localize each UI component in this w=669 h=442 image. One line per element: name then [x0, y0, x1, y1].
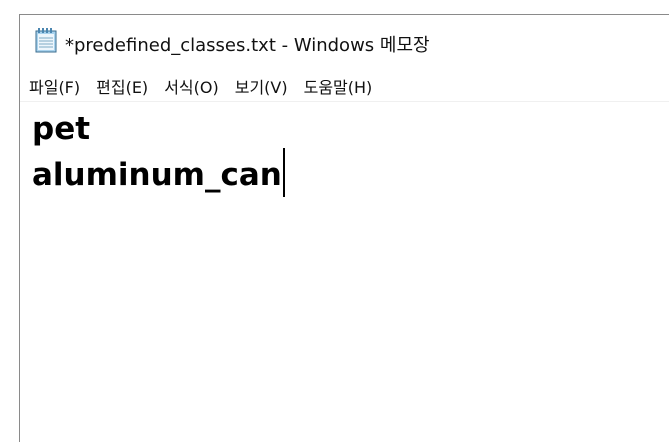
menu-edit[interactable]: 편집(E)	[88, 74, 156, 98]
text-line: aluminum_can	[32, 148, 669, 197]
text-editor[interactable]: pet aluminum_can	[32, 111, 669, 442]
text-caret	[282, 148, 285, 197]
window-title: *predefined_classes.txt - Windows 메모장	[65, 35, 430, 56]
text-line-content: aluminum_can	[32, 157, 282, 193]
menu-help[interactable]: 도움말(H)	[296, 74, 381, 98]
menu-file[interactable]: 파일(F)	[20, 74, 88, 98]
notepad-icon	[35, 28, 57, 53]
text-line-content: pet	[32, 111, 91, 147]
menu-bar: 파일(F) 편집(E) 서식(O) 보기(V) 도움말(H)	[20, 71, 669, 102]
notepad-window: *predefined_classes.txt - Windows 메모장 파일…	[19, 14, 669, 442]
menu-format[interactable]: 서식(O)	[156, 74, 227, 98]
text-line: pet	[32, 111, 669, 148]
menu-view[interactable]: 보기(V)	[227, 74, 296, 98]
title-bar[interactable]: *predefined_classes.txt - Windows 메모장	[20, 15, 669, 68]
